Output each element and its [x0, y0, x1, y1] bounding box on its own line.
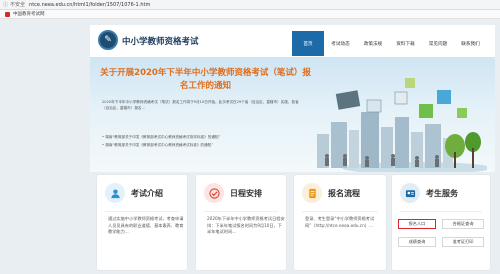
check-icon — [204, 183, 224, 203]
card-text: 通过实施中小学教师资格考试，考查申请人员员具有的职业道德、基本素养、教育教学能力… — [108, 216, 184, 234]
card-text: 登录、考生登录“中小学教师资格考试网”（http://ntce.neea.edu… — [305, 216, 375, 228]
hero-body: 2020年下半年中小学教师资格考试（笔试）报名工作将于9月10日开始，此次考试在… — [102, 100, 299, 110]
nav-policies[interactable]: 政策法规 — [357, 31, 389, 56]
divider — [400, 211, 482, 212]
card-title: 日程安排 — [230, 188, 262, 198]
not-secure-label: 不安全 — [10, 2, 26, 8]
score-query-button[interactable]: 成绩查询 — [398, 237, 436, 247]
url-text[interactable]: ntce.neea.edu.cn/html1/folder/1507/1076-… — [29, 2, 150, 8]
card-title: 考试介绍 — [131, 188, 163, 198]
card-schedule[interactable]: 日程安排 2020年下半年中小学教师资格考试日程安排：下半年笔试报名时间为9月1… — [196, 175, 286, 270]
main-nav: 首页 考试动态 政策法规 资料下载 常见问题 联系我们 — [292, 31, 487, 56]
divider — [302, 211, 378, 212]
document-icon — [302, 183, 322, 203]
city-illustration — [317, 78, 487, 172]
nav-home[interactable]: 首页 — [292, 31, 324, 56]
site-logo-icon[interactable]: ✎ — [98, 30, 118, 50]
address-bar[interactable]: ⓘ 不安全 ntce.neea.edu.cn/html1/folder/1507… — [0, 0, 500, 10]
user-icon — [105, 183, 125, 203]
warning-icon: ⓘ — [3, 2, 9, 8]
admission-ticket-button[interactable]: 准考证打印 — [442, 237, 484, 247]
nav-downloads[interactable]: 资料下载 — [390, 31, 422, 56]
divider — [204, 211, 278, 212]
nav-exam-news[interactable]: 考试动态 — [325, 31, 357, 56]
bookmark-favicon-icon — [5, 11, 10, 17]
registration-entry-button[interactable]: 报名人口 — [398, 219, 436, 229]
person-card-icon — [400, 183, 420, 203]
divider — [105, 211, 179, 212]
hero-banner: 关于开展2020年下半年中小学教师资格考试（笔试）报名工作的通知 2020年下半… — [90, 57, 495, 172]
hero-title[interactable]: 关于开展2020年下半年中小学教师资格考试（笔试）报名工作的通知 — [98, 67, 313, 93]
bookmark-item[interactable]: 中国教育考试网 — [13, 11, 45, 17]
card-title: 考生服务 — [426, 188, 458, 198]
site-header: ✎ 中小学教师资格考试 首页 考试动态 政策法规 资料下载 常见问题 联系我们 — [90, 25, 495, 57]
card-text: 2020年下半年中小学教师资格考试日程安排：下半年笔试报名时间为9月10日，下半… — [207, 216, 285, 234]
card-exam-intro[interactable]: 考试介绍 通过实施中小学教师资格考试，考查申请人员员具有的职业道德、基本素养、教… — [97, 175, 187, 270]
certificate-query-button[interactable]: 合格证查询 — [442, 219, 484, 229]
site-title[interactable]: 中小学教师资格考试 — [122, 35, 199, 47]
card-candidate-services: 考生服务 报名人口 合格证查询 成绩查询 准考证打印 — [392, 175, 490, 270]
bookmarks-bar: 中国教育考试网 — [0, 10, 500, 19]
card-title: 报名流程 — [328, 188, 360, 198]
nav-contact[interactable]: 联系我们 — [455, 31, 487, 56]
nav-faq[interactable]: 常见问题 — [422, 31, 454, 56]
card-registration-flow[interactable]: 报名流程 登录、考生登录“中小学教师资格考试网”（http://ntce.nee… — [294, 175, 386, 270]
